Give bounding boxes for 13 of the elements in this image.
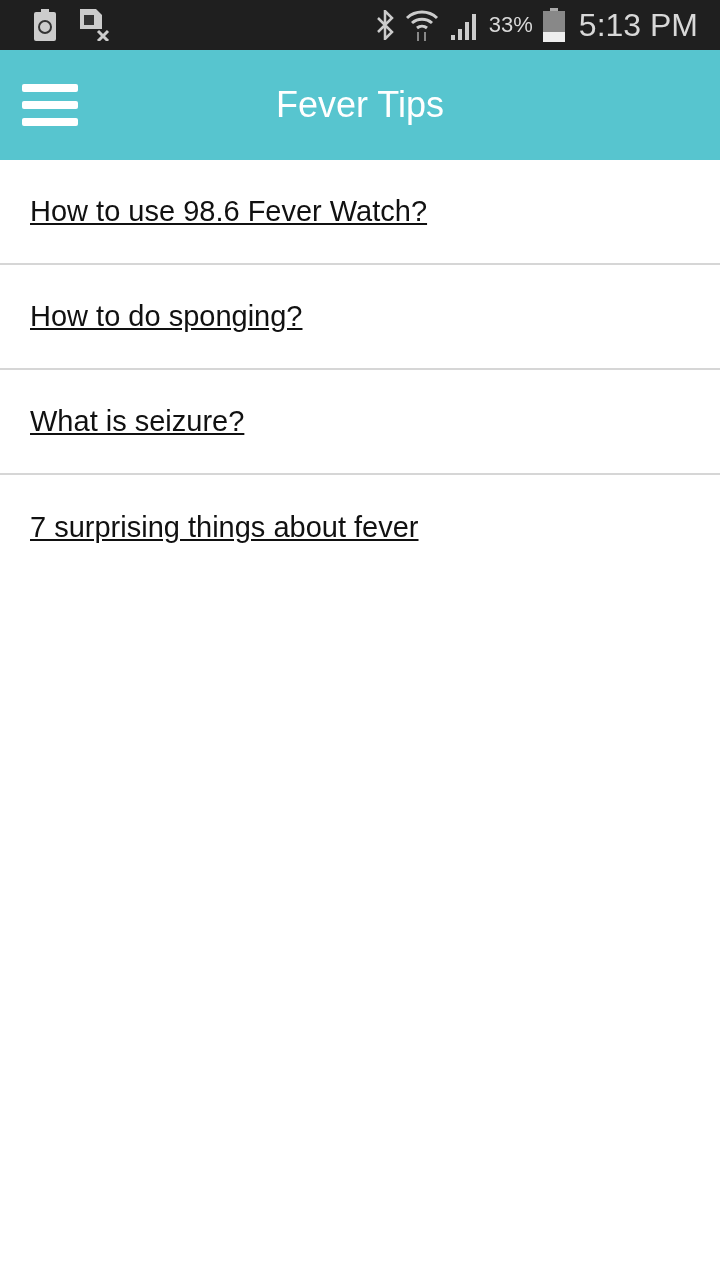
tip-link[interactable]: How to use 98.6 Fever Watch? [30,195,428,228]
wifi-icon [404,8,439,42]
app-title: Fever Tips [275,84,444,125]
tip-link[interactable]: 7 surprising things about fever [30,511,419,544]
menu-icon [22,84,78,126]
tip-link[interactable]: How to do sponging? [30,300,303,333]
battery-percent: 33% [488,12,533,38]
bluetooth-icon [374,10,395,40]
clock: 5:13 PM [578,6,698,44]
sim-card-error-icon [80,9,110,41]
menu-button[interactable] [22,84,78,126]
tip-link[interactable]: What is seizure? [30,405,245,438]
battery-icon [542,8,565,42]
